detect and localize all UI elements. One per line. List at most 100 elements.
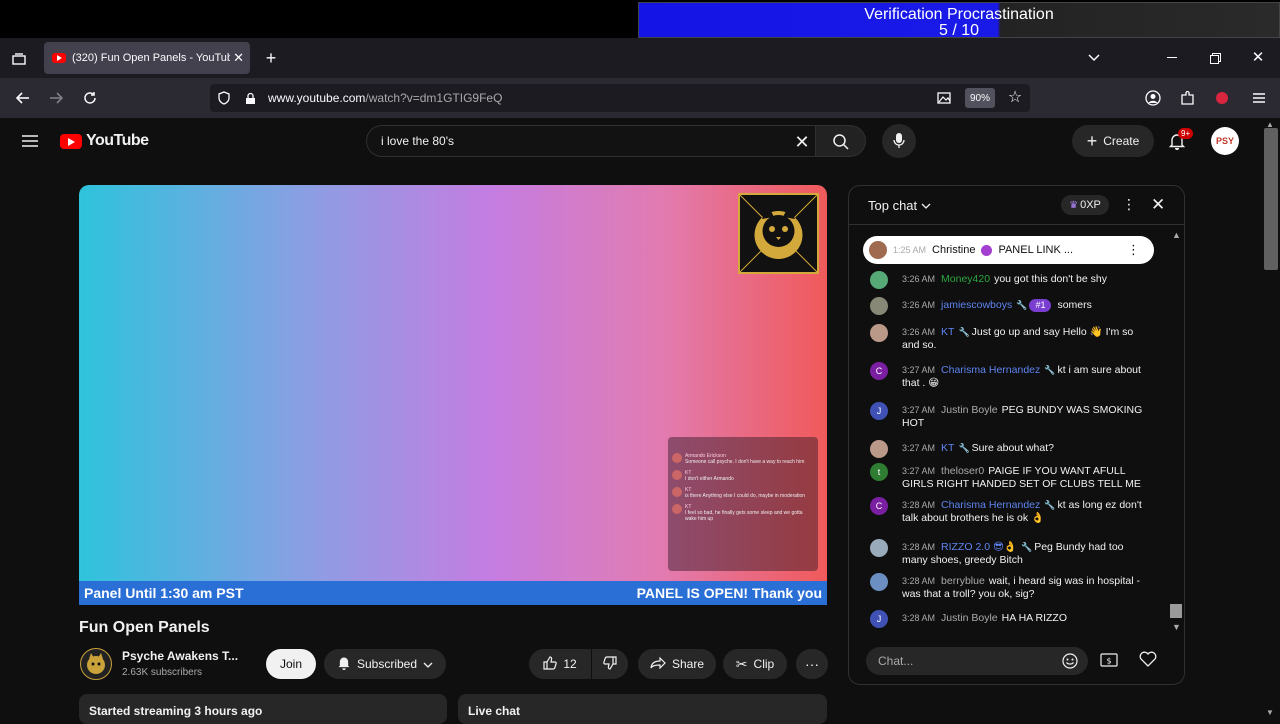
like-button[interactable]: 12 bbox=[529, 649, 591, 679]
chat-author-name[interactable]: jamiescowboys bbox=[941, 299, 1012, 311]
restore-icon[interactable] bbox=[1207, 50, 1223, 66]
chat-message-body: 3:28 AM Charisma Hernandez 🔧 kt as long ez … bbox=[870, 499, 1150, 525]
url-bar[interactable]: www.youtube.com/watch?v=dm1GTIG9FeQ ☆ bbox=[210, 84, 1030, 112]
chat-message-body: 3:28 AM Justin Boyle HA HA RIZZO bbox=[870, 612, 1150, 625]
chat-message-text: somers bbox=[1057, 299, 1092, 311]
channel-avatar[interactable] bbox=[80, 648, 112, 680]
overlay-chat-row: Armando Erickson Someone call psyche. I d… bbox=[672, 453, 814, 465]
chat-author-name[interactable]: RIZZO 2.0 😎👌 bbox=[941, 541, 1017, 553]
chat-author-name[interactable]: Justin Boyle bbox=[941, 404, 998, 416]
shield-icon[interactable] bbox=[216, 90, 232, 106]
xp-value: 0XP bbox=[1080, 199, 1101, 211]
scissors-icon: ✂ bbox=[735, 655, 748, 672]
chat-author-avatar: J bbox=[870, 402, 888, 420]
chat-message[interactable]: C 3:28 AM Charisma Hernandez 🔧 kt as long ez… bbox=[870, 497, 1150, 525]
create-button[interactable]: + Create bbox=[1072, 125, 1154, 157]
zoom-level[interactable]: 90% bbox=[965, 88, 995, 108]
chat-author-name[interactable]: Charisma Hernandez bbox=[941, 499, 1040, 511]
forward-arrow-icon[interactable] bbox=[47, 89, 65, 107]
chat-more-options-icon[interactable]: ⋮ bbox=[1122, 196, 1136, 213]
image-mode-icon[interactable] bbox=[936, 90, 952, 106]
chat-author-avatar bbox=[870, 297, 888, 315]
join-button[interactable]: Join bbox=[266, 649, 316, 679]
emoji-icon[interactable] bbox=[1062, 653, 1078, 672]
chat-timestamp: 3:28 AM bbox=[902, 613, 936, 623]
moderator-wrench-icon: 🔧 bbox=[1044, 500, 1056, 510]
chat-message[interactable]: t 3:27 AM theloser0 PAIGE IF YOU WANT AFULL… bbox=[870, 463, 1150, 491]
chat-author-name[interactable]: Charisma Hernandez bbox=[941, 364, 1040, 376]
menu-icon[interactable] bbox=[1250, 89, 1268, 107]
scroll-down-icon[interactable]: ▼ bbox=[1172, 622, 1181, 632]
chat-input[interactable]: Chat... bbox=[866, 647, 1088, 675]
chat-input-placeholder: Chat... bbox=[878, 654, 914, 668]
dislike-button[interactable] bbox=[592, 649, 628, 679]
search-input[interactable]: i love the 80's ✕ bbox=[366, 125, 816, 157]
voice-search-button[interactable] bbox=[882, 124, 916, 158]
tab-title: (320) Fun Open Panels - YouTub bbox=[72, 52, 230, 64]
chat-message-body: 3:26 AM KT 🔧 Just go up and say Hello 👋 I'm… bbox=[870, 326, 1150, 352]
youtube-logo[interactable]: YouTube bbox=[60, 132, 149, 150]
subscriber-count: 2.63K subscribers bbox=[122, 667, 203, 678]
clear-search-icon[interactable]: ✕ bbox=[793, 132, 811, 152]
tab-list-icon[interactable] bbox=[10, 50, 28, 68]
chat-author-name[interactable]: Money420 bbox=[941, 273, 990, 285]
news-ticker: Panel Until 1:30 am PST PANEL IS OPEN! T… bbox=[79, 581, 827, 605]
chat-author-name[interactable]: KT bbox=[941, 326, 954, 338]
xp-badge[interactable]: ♛ 0XP bbox=[1061, 195, 1109, 215]
reload-icon[interactable] bbox=[81, 89, 99, 107]
clip-button[interactable]: ✂ Clip bbox=[723, 649, 787, 679]
thumbs-up-icon bbox=[543, 655, 558, 673]
chat-message[interactable]: 3:28 AM berryblue wait, i heard sig was in… bbox=[870, 573, 1150, 601]
chat-author-name[interactable]: KT bbox=[941, 442, 954, 454]
cat-emblem-icon bbox=[87, 653, 105, 674]
user-avatar[interactable]: PSY bbox=[1211, 127, 1239, 155]
subscribed-label: Subscribed bbox=[356, 657, 418, 671]
account-icon[interactable] bbox=[1144, 89, 1162, 107]
chat-message[interactable]: 3:26 AM Money420 you got this don't be shy bbox=[870, 271, 1150, 289]
minimize-icon[interactable] bbox=[1164, 50, 1180, 66]
super-chat-icon[interactable]: $ bbox=[1100, 652, 1118, 673]
tab-close-icon[interactable]: ✕ bbox=[233, 50, 244, 66]
chat-author-name[interactable]: berryblue bbox=[941, 575, 985, 587]
youtube-logo-text: YouTube bbox=[86, 132, 149, 149]
chat-message[interactable]: J 3:27 AM Justin Boyle PEG BUNDY WAS SMOKIN… bbox=[870, 402, 1150, 430]
chat-scrollbar-thumb[interactable] bbox=[1170, 604, 1182, 618]
overlay-chat-avatar bbox=[672, 504, 682, 514]
lock-icon[interactable] bbox=[242, 90, 258, 106]
chat-message[interactable]: J 3:28 AM Justin Boyle HA HA RIZZO bbox=[870, 610, 1150, 628]
chat-message[interactable]: 3:27 AM KT 🔧 Sure about what? bbox=[870, 440, 1150, 458]
chat-message[interactable]: 3:26 AM KT 🔧 Just go up and say Hello 👋 I'm… bbox=[870, 324, 1150, 352]
subscribed-button[interactable]: Subscribed bbox=[324, 649, 446, 679]
search-button[interactable] bbox=[816, 125, 866, 157]
new-tab-icon[interactable]: + bbox=[262, 48, 280, 68]
tab-youtube[interactable]: (320) Fun Open Panels - YouTub ✕ bbox=[44, 42, 250, 74]
chat-message[interactable]: 3:26 AM jamiescowboys 🔧 #1 somers bbox=[870, 297, 1150, 315]
heart-icon[interactable] bbox=[1139, 651, 1157, 672]
pinned-more-icon[interactable]: ⋮ bbox=[1127, 242, 1140, 258]
chat-message[interactable]: 3:28 AM RIZZO 2.0 😎👌 🔧 Peg Bundy had too ma… bbox=[870, 539, 1150, 567]
share-button[interactable]: Share bbox=[638, 649, 716, 679]
chat-author-name[interactable]: Justin Boyle bbox=[941, 612, 998, 624]
pinned-message[interactable]: 1:25 AM Christine PANEL LINK ... ⋮ bbox=[863, 236, 1154, 264]
back-arrow-icon[interactable] bbox=[14, 89, 32, 107]
top-chat-dropdown[interactable]: Top chat bbox=[868, 198, 931, 213]
scroll-up-icon[interactable]: ▲ bbox=[1172, 230, 1181, 240]
page-scrollbar-thumb[interactable] bbox=[1264, 128, 1278, 270]
overlay-chat-avatar bbox=[672, 453, 682, 463]
chevron-down-icon[interactable] bbox=[1086, 50, 1102, 66]
page-scroll-down-icon[interactable]: ▼ bbox=[1266, 708, 1274, 717]
window-close-icon[interactable]: ✕ bbox=[1250, 49, 1266, 66]
guide-menu-icon[interactable] bbox=[20, 131, 40, 151]
moderator-wrench-icon: 🔧 bbox=[958, 443, 970, 453]
chat-author-name[interactable]: theloser0 bbox=[941, 465, 984, 477]
recording-extension-icon[interactable] bbox=[1216, 92, 1228, 104]
ticker-right-text: PANEL IS OPEN! Thank you bbox=[636, 585, 822, 601]
star-icon[interactable]: ☆ bbox=[1007, 89, 1023, 106]
more-actions-icon[interactable]: ··· bbox=[796, 649, 828, 679]
close-chat-icon[interactable]: ✕ bbox=[1151, 195, 1165, 215]
extensions-icon[interactable] bbox=[1178, 89, 1196, 107]
chat-author-avatar bbox=[870, 573, 888, 591]
channel-name[interactable]: Psyche Awakens T... bbox=[122, 649, 238, 663]
chat-message[interactable]: C 3:27 AM Charisma Hernandez 🔧 kt i am sure … bbox=[870, 362, 1150, 390]
notification-count-badge: 9+ bbox=[1178, 128, 1194, 139]
